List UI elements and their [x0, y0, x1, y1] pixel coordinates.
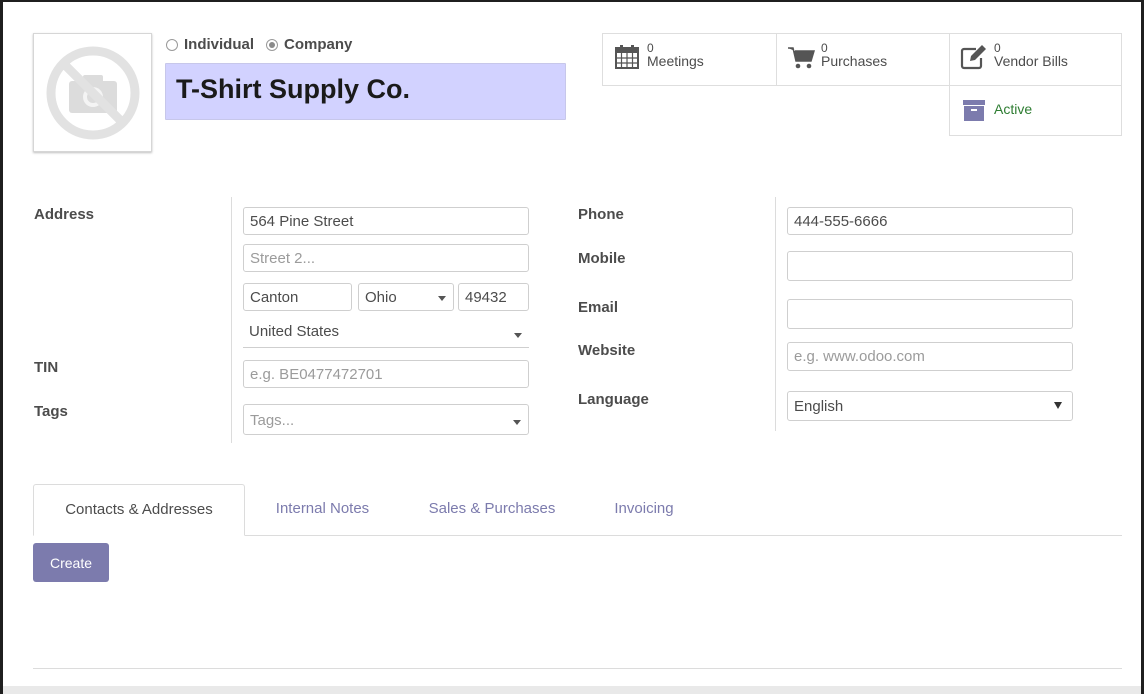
active-toggle-button[interactable]: Active: [949, 85, 1122, 136]
purchases-button[interactable]: 0 Purchases: [776, 33, 950, 86]
vendor-bills-button[interactable]: 0 Vendor Bills: [949, 33, 1122, 86]
chevron-down-icon: [438, 296, 446, 301]
tab-invoicing[interactable]: Invoicing: [596, 484, 692, 536]
left-column-divider: [231, 197, 232, 443]
language-select[interactable]: English: [787, 391, 1073, 421]
mobile-label: Mobile: [578, 250, 626, 267]
create-button[interactable]: Create: [33, 543, 109, 582]
tin-input[interactable]: e.g. BE0477472701: [243, 360, 529, 388]
partner-name-input[interactable]: T-Shirt Supply Co.: [165, 63, 566, 120]
website-input[interactable]: e.g. www.odoo.com: [787, 342, 1073, 371]
smart-button-box: 0 Meetings 0 Purchases 0 Vendor Bills Ac…: [602, 33, 1122, 136]
zip-input[interactable]: 49432: [458, 283, 529, 311]
tags-input[interactable]: Tags...: [243, 404, 529, 435]
partner-avatar[interactable]: [33, 33, 152, 152]
tab-contacts-addresses[interactable]: Contacts & Addresses: [33, 484, 245, 536]
right-column-divider: [775, 197, 776, 431]
website-label: Website: [578, 342, 636, 359]
tab-sales-purchases[interactable]: Sales & Purchases: [408, 484, 576, 536]
bottom-strip: [3, 686, 1141, 694]
vendor-bills-label: Vendor Bills: [994, 53, 1068, 69]
phone-label: Phone: [578, 206, 624, 223]
no-camera-icon: [46, 46, 139, 139]
radio-individual[interactable]: [166, 38, 178, 51]
country-select[interactable]: United States: [243, 320, 529, 348]
chevron-down-icon: [1054, 402, 1062, 409]
bottom-divider: [33, 668, 1122, 669]
street2-input[interactable]: Street 2...: [243, 244, 529, 272]
company-type-radio-group: Individual Company: [166, 36, 364, 53]
chevron-down-icon: [513, 420, 521, 425]
radio-company[interactable]: [266, 38, 279, 51]
radio-individual-label[interactable]: Individual: [184, 36, 254, 53]
window-frame-top: [0, 0, 1144, 2]
archive-icon: [960, 98, 988, 122]
state-select[interactable]: Ohio: [358, 283, 454, 311]
meetings-label: Meetings: [647, 53, 704, 69]
shopping-cart-icon: [787, 42, 815, 72]
mobile-input[interactable]: [787, 251, 1073, 281]
pencil-square-icon: [960, 42, 988, 72]
purchases-label: Purchases: [821, 53, 888, 69]
city-input[interactable]: Canton: [243, 283, 352, 311]
tab-internal-notes[interactable]: Internal Notes: [255, 484, 390, 536]
tags-label: Tags: [34, 403, 68, 420]
active-label: Active: [994, 101, 1033, 117]
address-label: Address: [34, 206, 95, 223]
meetings-button[interactable]: 0 Meetings: [602, 33, 777, 86]
tags-placeholder: Tags...: [250, 412, 295, 429]
email-input[interactable]: [787, 299, 1073, 329]
window-frame-left: [0, 0, 3, 694]
state-value: Ohio: [365, 289, 397, 306]
language-label: Language: [578, 391, 649, 408]
tin-label: TIN: [34, 359, 59, 376]
chevron-down-icon: [514, 333, 522, 338]
radio-company-label[interactable]: Company: [284, 36, 352, 53]
country-value: United States: [249, 323, 340, 340]
street-input[interactable]: 564 Pine Street: [243, 207, 529, 235]
email-label: Email: [578, 299, 619, 316]
calendar-icon: [613, 42, 641, 72]
phone-input[interactable]: 444-555-6666: [787, 207, 1073, 235]
language-value: English: [794, 398, 844, 415]
